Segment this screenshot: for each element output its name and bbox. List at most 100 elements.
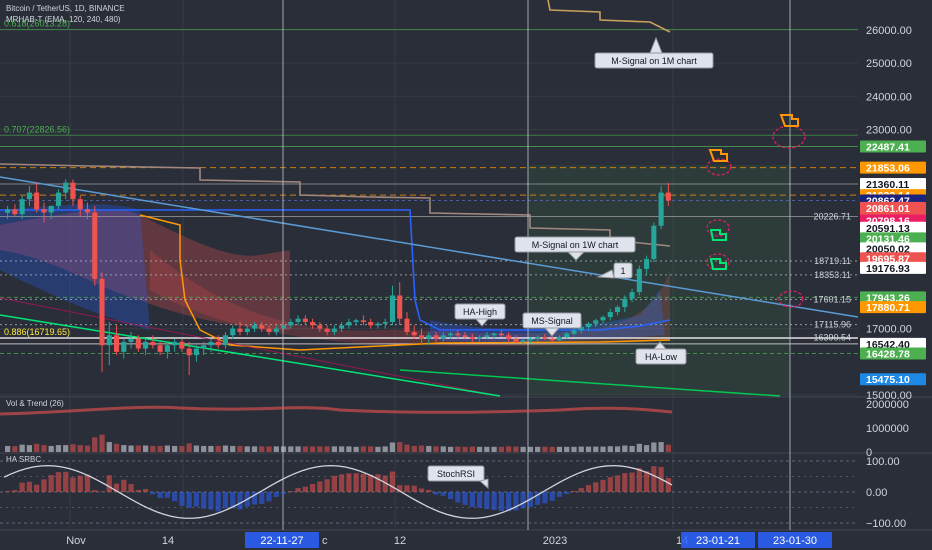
candle-body-74 — [542, 336, 548, 339]
time-box-label-2: 23-01-30 — [773, 535, 817, 547]
volume-bar-12 — [92, 437, 98, 452]
candle-body-57 — [418, 335, 425, 339]
osc-bar-53 — [389, 471, 396, 492]
candle-body-81 — [593, 320, 599, 324]
candle-body-84 — [615, 307, 621, 313]
vol-tick-1: 1000000 — [866, 423, 909, 435]
volume-bar-34 — [251, 446, 258, 452]
volume-bar-47 — [346, 446, 352, 452]
osc-bar-23 — [172, 492, 178, 502]
osc-bar-77 — [564, 492, 570, 494]
osc-bar-27 — [201, 492, 207, 509]
price-box-15[interactable]: 16428.78 — [860, 347, 926, 361]
price-box-0[interactable]: 22487.41 — [860, 140, 926, 154]
volume-bar-84 — [614, 446, 621, 452]
volume-bar-5 — [41, 445, 47, 452]
time-box-2[interactable]: 23-01-30 — [758, 532, 832, 548]
time-box-label-0: 22-11-27 — [260, 535, 303, 547]
candle-body-42 — [310, 322, 316, 326]
osc-bar-71 — [520, 492, 526, 509]
volume-bar-42 — [309, 446, 316, 452]
volume-bar-43 — [317, 446, 323, 452]
price-level-label-2: 18353.11 — [814, 270, 851, 280]
volume-bar-25 — [186, 443, 192, 452]
price-box-13[interactable]: 17880.71 — [860, 301, 926, 314]
volume-bar-14 — [106, 442, 112, 452]
volume-bar-19 — [142, 445, 149, 452]
volume-bar-58 — [426, 445, 432, 452]
candle-body-6 — [48, 205, 54, 213]
price-box-16[interactable]: 15475.10 — [860, 373, 926, 386]
time-label-1: 14 — [162, 535, 174, 547]
osc-bar-29 — [215, 492, 221, 512]
volume-bar-88 — [643, 445, 650, 452]
price-level-label-1: 18719.11 — [814, 256, 851, 266]
osc-bar-91 — [665, 477, 671, 492]
volume-bar-4 — [34, 443, 40, 452]
osc-bar-64 — [469, 492, 475, 507]
candle-body-90 — [658, 192, 664, 226]
candle-body-65 — [477, 336, 483, 339]
volume-bar-16 — [121, 445, 127, 452]
price-box-label-15: 16428.78 — [866, 349, 910, 361]
candle-body-40 — [295, 318, 301, 322]
candle-body-87 — [636, 268, 642, 293]
candle-body-88 — [644, 258, 650, 269]
price-tick-1: 25000.00 — [866, 58, 912, 70]
candle-body-29 — [215, 341, 221, 346]
candle-body-78 — [571, 330, 577, 334]
candle-body-15 — [114, 335, 120, 352]
volume-bar-59 — [433, 446, 439, 452]
osc-bar-28 — [208, 492, 214, 510]
candle-body-25 — [186, 348, 192, 356]
volume-bar-54 — [397, 442, 403, 452]
price-box-2[interactable]: 21360.11 — [860, 177, 926, 191]
time-box-0[interactable]: 22-11-27 — [245, 532, 319, 548]
osc-bar-61 — [447, 492, 454, 500]
price-box-11[interactable]: 19176.93 — [860, 261, 926, 275]
volume-bar-28 — [208, 445, 214, 452]
chart-svg[interactable]: 0.618(26013.28)0.707(22826.56)0.886(1671… — [0, 0, 932, 550]
candle-body-63 — [462, 335, 468, 337]
candle-body-0 — [5, 209, 11, 213]
candle-body-71 — [520, 340, 526, 342]
candle-body-50 — [368, 322, 374, 326]
osc-bar-78 — [571, 490, 577, 492]
volume-bar-23 — [172, 445, 178, 452]
candle-body-9 — [70, 182, 76, 200]
candle-body-75 — [549, 338, 555, 341]
volume-bar-20 — [150, 445, 156, 452]
osc-bar-8 — [63, 471, 69, 492]
price-box-1[interactable]: 21853.06 — [860, 161, 926, 175]
volume-bar-55 — [404, 444, 410, 452]
candle-body-16 — [121, 341, 127, 352]
volume-bar-38 — [280, 446, 287, 452]
candle-body-82 — [600, 317, 606, 321]
osc-bar-37 — [273, 492, 279, 497]
osc-bar-38 — [280, 492, 287, 495]
volume-bar-89 — [651, 442, 657, 452]
osc-bar-4 — [34, 484, 40, 492]
osc-bar-25 — [186, 492, 192, 509]
price-tick-3: 23000.00 — [866, 125, 912, 137]
volume-bar-40 — [295, 446, 301, 452]
candle-body-11 — [84, 209, 91, 213]
osc-bar-82 — [600, 479, 606, 492]
volume-bar-86 — [629, 445, 635, 452]
candle-body-54 — [397, 295, 403, 319]
osc-bar-74 — [542, 492, 548, 504]
volume-bar-51 — [375, 446, 381, 452]
osc-bar-49 — [360, 473, 367, 492]
candle-body-4 — [34, 192, 40, 210]
osc-bar-83 — [607, 477, 613, 492]
price-tick-0: 26000.00 — [866, 25, 912, 37]
osc-bar-65 — [476, 492, 483, 508]
candle-body-85 — [622, 298, 628, 308]
volume-bar-1 — [12, 446, 18, 452]
time-box-1[interactable]: 23-01-21 — [681, 532, 755, 548]
volume-bar-73 — [535, 446, 541, 452]
volume-bar-26 — [193, 445, 200, 452]
time-label-0: Nov — [66, 535, 86, 547]
volume-bar-0 — [5, 445, 11, 452]
volume-bar-91 — [665, 444, 671, 452]
